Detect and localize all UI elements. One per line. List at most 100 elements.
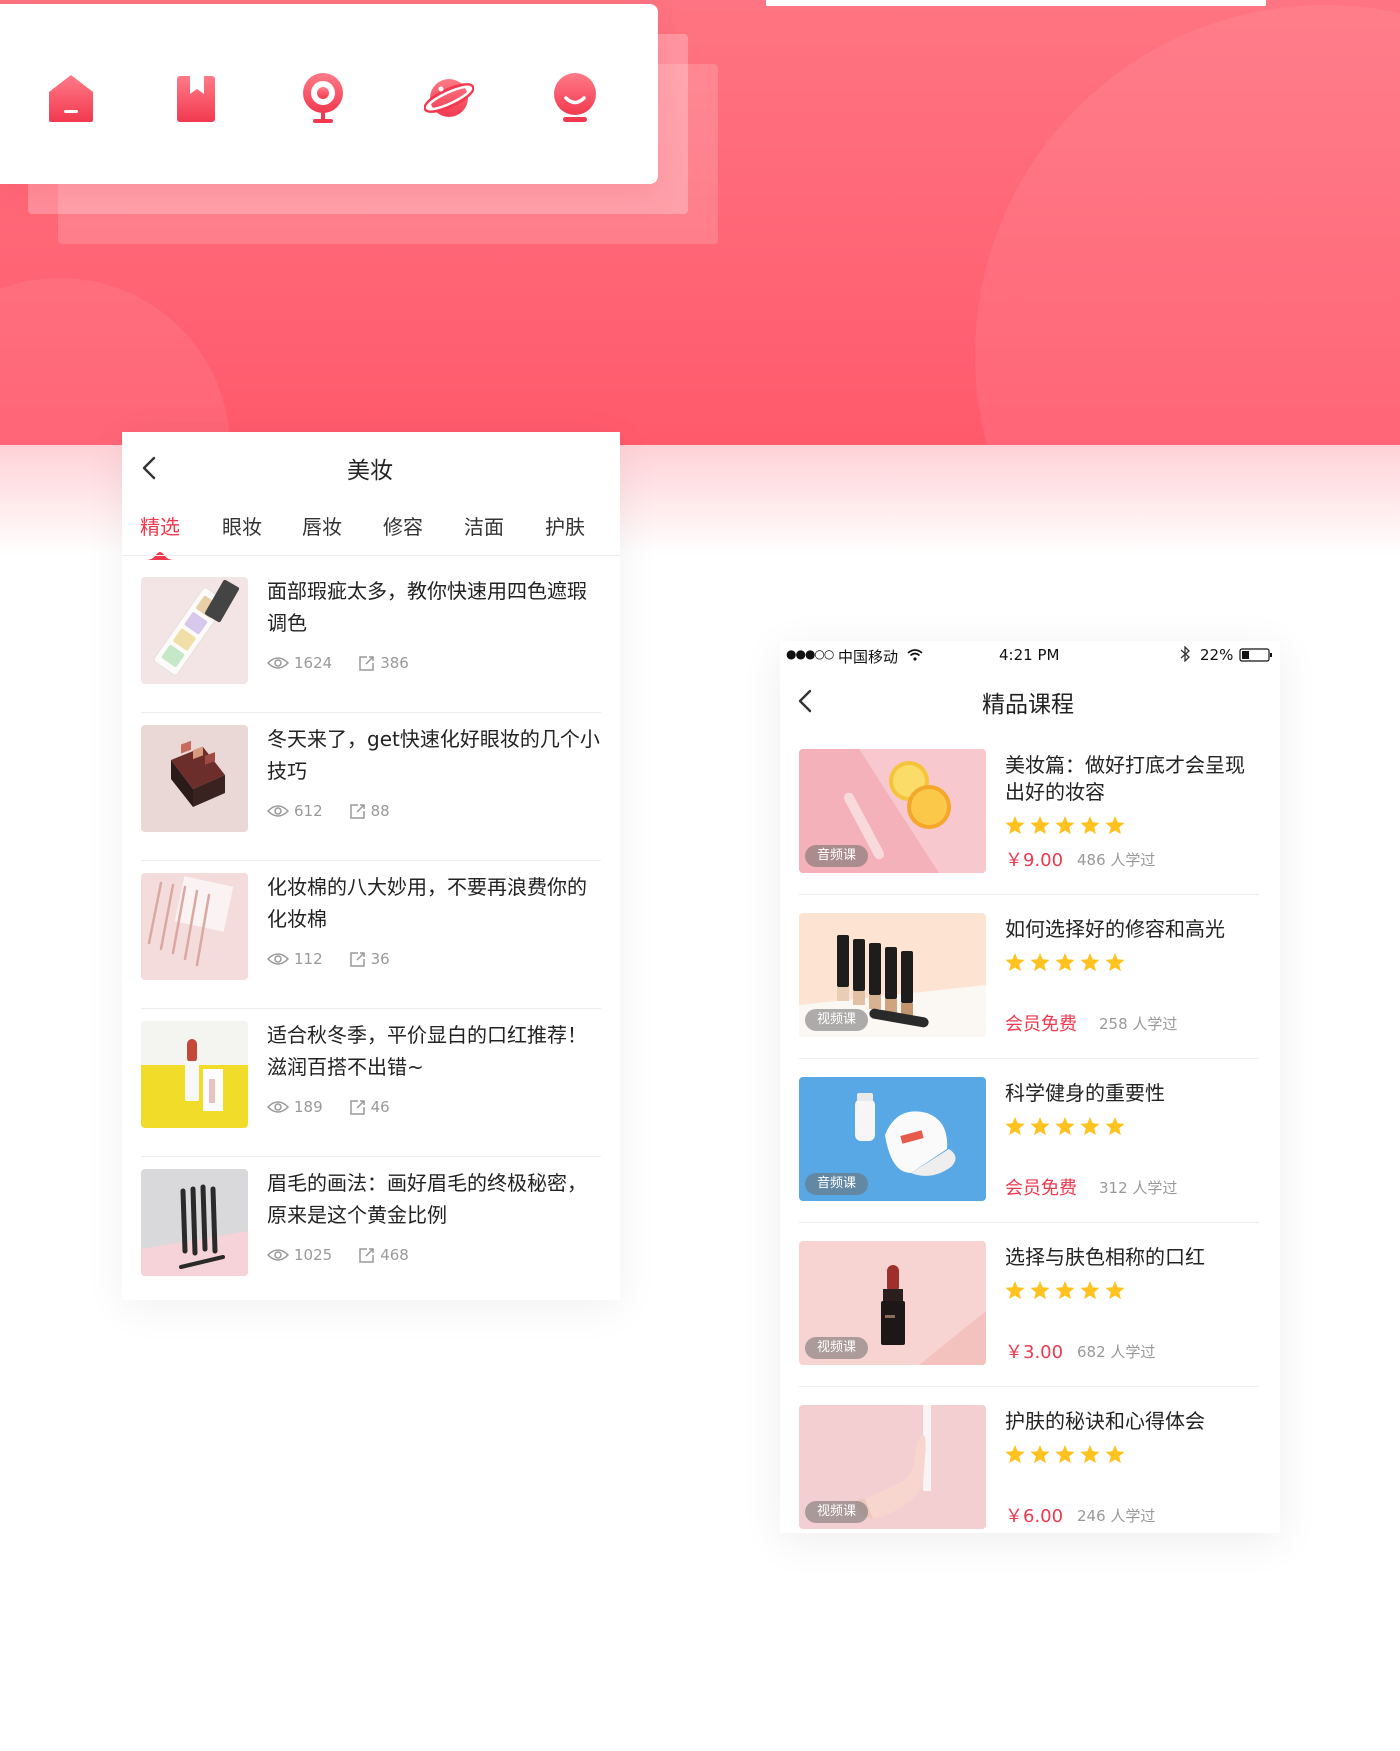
star-icon	[1105, 816, 1125, 835]
star-icon	[1055, 816, 1075, 835]
course-price: 会员免费	[1005, 1178, 1077, 1199]
course-title: 科学健身的重要性	[1005, 1081, 1165, 1105]
course-type-badge: 音频课	[805, 845, 869, 867]
tab-cleansing[interactable]: 洁面	[464, 511, 504, 540]
signal-strength: ●●●○○	[786, 647, 834, 661]
star-icon	[1105, 1117, 1125, 1136]
bookmark-icon[interactable]	[172, 70, 222, 126]
rating-stars	[1005, 1281, 1130, 1300]
learner-count: 682 人学过	[1077, 1343, 1156, 1361]
makeup-articles-screen: 美妆 精选 眼妆 唇妆 修容 洁面 护肤 面部瑕疵太多，教你快速用四色遮瑕调色	[122, 432, 620, 1300]
star-icon	[1105, 1445, 1125, 1464]
course-price: ￥6.00	[1005, 1506, 1064, 1527]
star-icon	[1005, 1117, 1025, 1136]
view-count: 1624	[294, 654, 333, 672]
article-meta: 612 88	[267, 802, 416, 820]
star-icon	[1105, 1281, 1125, 1300]
tab-icon-card	[0, 4, 658, 184]
course-title: 选择与肤色相称的口红	[1005, 1245, 1205, 1269]
article-item[interactable]: 冬天来了，get快速化好眼妆的几个小技巧 612 88	[141, 713, 601, 861]
eye-icon	[267, 1101, 289, 1113]
eye-icon	[267, 657, 289, 669]
divider	[799, 894, 1259, 895]
course-item[interactable]: 视频课 护肤的秘诀和心得体会 ￥6.00 246 人学过	[799, 1405, 1259, 1569]
share-icon	[349, 803, 365, 819]
star-icon	[1055, 1117, 1075, 1136]
course-thumbnail: 视频课	[799, 1405, 986, 1529]
article-meta: 1025 468	[267, 1246, 435, 1264]
course-thumbnail: 音频课	[799, 749, 986, 873]
article-thumbnail	[141, 873, 248, 980]
star-icon	[1005, 1281, 1025, 1300]
divider	[122, 555, 620, 556]
active-tab-indicator	[146, 545, 174, 560]
smiley-icon[interactable]	[550, 70, 600, 126]
article-title: 冬天来了，get快速化好眼妆的几个小技巧	[267, 727, 600, 783]
article-title: 面部瑕疵太多，教你快速用四色遮瑕调色	[267, 579, 587, 635]
page-title: 美妆	[347, 458, 393, 484]
course-price: ￥9.00	[1005, 850, 1064, 871]
eye-icon	[267, 1249, 289, 1261]
tab-lip-makeup[interactable]: 唇妆	[302, 511, 342, 540]
article-item[interactable]: 适合秋冬季，平价显白的口红推荐！滋润百搭不出错~ 189 46	[141, 1009, 601, 1157]
course-thumbnail: 视频课	[799, 913, 986, 1037]
course-type-badge: 音频课	[805, 1173, 869, 1195]
tab-contour[interactable]: 修容	[383, 511, 423, 540]
article-title: 眉毛的画法：画好眉毛的终极秘密，原来是这个黄金比例	[267, 1171, 587, 1227]
battery-percent: 22%	[1200, 646, 1234, 664]
bluetooth-icon	[1180, 645, 1190, 666]
star-icon	[1080, 1445, 1100, 1464]
article-item[interactable]: 化妆棉的八大妙用，不要再浪费你的化妆棉 112 36	[141, 861, 601, 1009]
course-type-badge: 视频课	[805, 1337, 869, 1359]
star-icon	[1030, 953, 1050, 972]
rating-stars	[1005, 1445, 1130, 1464]
share-icon	[359, 1247, 374, 1263]
star-icon	[1030, 1281, 1050, 1300]
home-icon[interactable]	[46, 70, 96, 126]
article-item[interactable]: 眉毛的画法：画好眉毛的终极秘密，原来是这个黄金比例 1025 468	[141, 1157, 601, 1305]
course-item[interactable]: 视频课 选择与肤色相称的口红 ￥3.00 682 人学过	[799, 1241, 1259, 1405]
star-icon	[1030, 1117, 1050, 1136]
star-icon	[1005, 1445, 1025, 1464]
rating-stars	[1005, 953, 1130, 972]
star-icon	[1005, 953, 1025, 972]
course-item[interactable]: 音频课 美妆篇：做好打底才会呈现出好的妆容 ￥9.00 486 人学过	[799, 749, 1259, 913]
learner-count: 246 人学过	[1077, 1507, 1156, 1525]
course-item[interactable]: 音频课 科学健身的重要性 会员免费 312 人学过	[799, 1077, 1259, 1241]
star-icon	[1030, 1445, 1050, 1464]
course-type-badge: 视频课	[805, 1009, 869, 1031]
divider	[799, 1386, 1259, 1387]
star-icon	[1055, 1281, 1075, 1300]
tab-skincare[interactable]: 护肤	[545, 511, 585, 540]
course-title: 如何选择好的修容和高光	[1005, 917, 1225, 941]
course-thumbnail: 视频课	[799, 1241, 986, 1365]
star-icon	[1080, 1117, 1100, 1136]
view-count: 189	[294, 1098, 323, 1116]
tab-eye-makeup[interactable]: 眼妆	[222, 511, 262, 540]
article-thumbnail	[141, 577, 248, 684]
battery-icon	[1239, 648, 1273, 666]
course-price: 会员免费	[1005, 1014, 1077, 1035]
divider	[799, 1058, 1259, 1059]
course-price: ￥3.00	[1005, 1342, 1064, 1363]
share-count: 46	[370, 1098, 390, 1116]
course-item[interactable]: 视频课 如何选择好的修容和高光 会员免费 258 人学过	[799, 913, 1259, 1077]
share-icon	[359, 655, 374, 671]
premium-courses-screen: ●●●○○ 中国移动 4:21 PM 22% 精品课程 音频课 美妆篇：做好打底…	[780, 641, 1280, 1533]
share-icon	[349, 1099, 365, 1115]
article-meta: 112 36	[267, 950, 416, 968]
article-item[interactable]: 面部瑕疵太多，教你快速用四色遮瑕调色 1624 386	[141, 565, 601, 713]
article-meta: 189 46	[267, 1098, 416, 1116]
share-count: 36	[370, 950, 390, 968]
back-icon[interactable]	[796, 687, 816, 715]
clock: 4:21 PM	[999, 646, 1060, 664]
planet-icon[interactable]	[424, 70, 474, 126]
course-type-badge: 视频课	[805, 1501, 869, 1523]
decor-circle	[0, 278, 230, 445]
view-count: 1025	[294, 1246, 333, 1264]
view-count: 112	[294, 950, 323, 968]
back-icon[interactable]	[140, 454, 160, 482]
webcam-icon[interactable]	[298, 70, 348, 126]
rating-stars	[1005, 1117, 1130, 1136]
tab-featured[interactable]: 精选	[140, 511, 180, 540]
